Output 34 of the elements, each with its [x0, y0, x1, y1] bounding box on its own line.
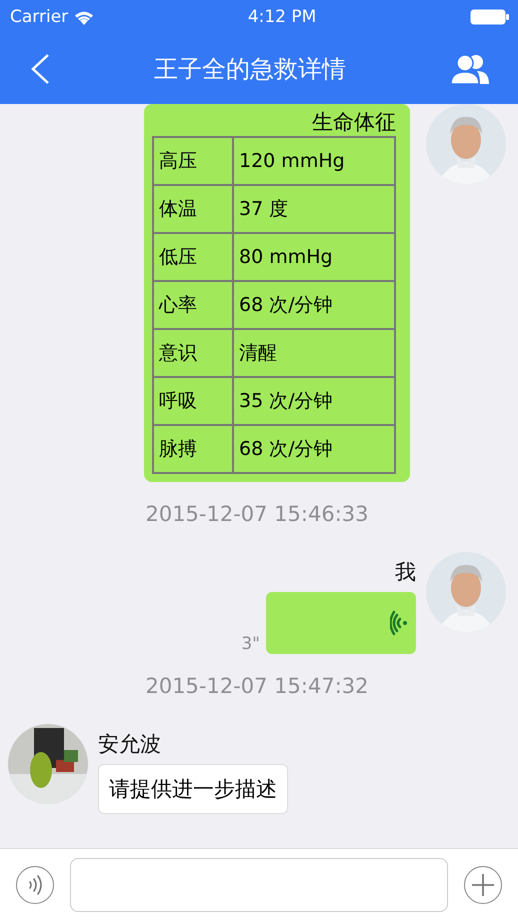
back-button[interactable]	[30, 53, 50, 85]
table-cell: 35 次/分钟	[233, 377, 395, 425]
table-cell: 清醒	[233, 329, 395, 377]
people-button[interactable]	[450, 53, 490, 85]
table-cell: 68 次/分钟	[233, 425, 395, 473]
table-cell: 低压	[153, 233, 233, 281]
table-cell: 37 度	[233, 185, 395, 233]
vitals-title: 生命体征	[312, 109, 396, 136]
table-cell: 120 mmHg	[233, 137, 395, 185]
table-cell: 心率	[153, 281, 233, 329]
table-cell: 脉搏	[153, 425, 233, 473]
table-cell: 体温	[153, 185, 233, 233]
sender-name: 安允波	[98, 731, 161, 758]
sender-name: 我	[395, 559, 416, 586]
sound-wave-icon	[390, 610, 408, 636]
sound-icon	[27, 874, 43, 894]
table-cell: 68 次/分钟	[233, 281, 395, 329]
window-title: 王子全的急救详情	[154, 54, 346, 85]
table-cell: 高压	[153, 137, 233, 185]
wifi-icon	[74, 10, 94, 24]
message-bubble: 请提供进一步描述	[98, 764, 288, 814]
timestamp: 2015-12-07 15:47:32	[145, 674, 369, 698]
voice-duration: 3"	[241, 634, 260, 654]
timestamp: 2015-12-07 15:46:33	[145, 502, 369, 526]
table-cell: 80 mmHg	[233, 233, 395, 281]
voice-input-button[interactable]	[16, 866, 54, 904]
message-input-field[interactable]	[70, 858, 448, 912]
carrier-label: Carrier	[10, 7, 68, 27]
table-cell: 意识	[153, 329, 233, 377]
battery-icon	[470, 9, 510, 25]
add-button[interactable]	[464, 866, 502, 904]
table-cell: 呼吸	[153, 377, 233, 425]
plus-icon	[471, 872, 495, 896]
status-time: 4:12 PM	[248, 7, 316, 27]
